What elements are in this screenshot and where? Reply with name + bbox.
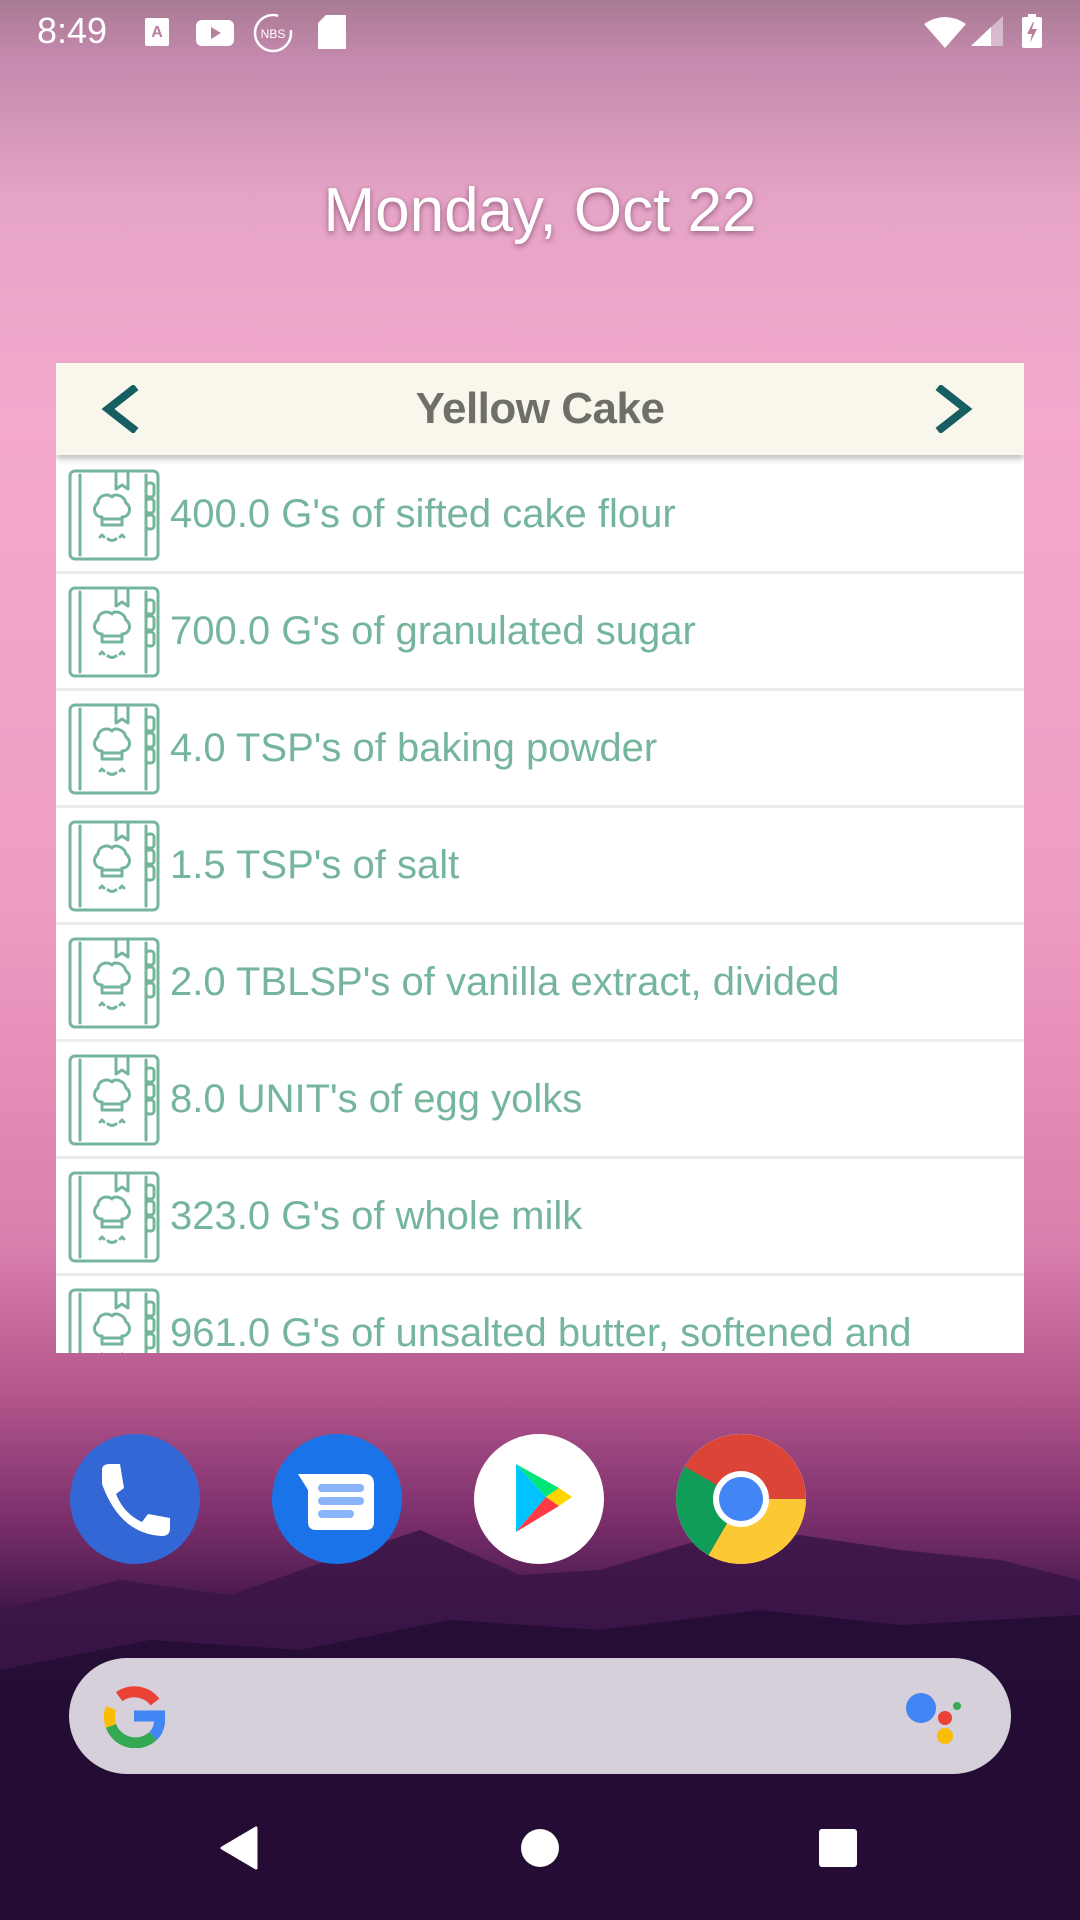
- play-store-icon: [516, 1464, 572, 1532]
- phone-icon: [102, 1464, 170, 1536]
- status-time: 8:49: [37, 10, 108, 51]
- font-app-icon: A: [145, 18, 169, 46]
- messages-icon: [298, 1474, 374, 1530]
- recipe-book-icon: [68, 1171, 160, 1263]
- ingredient-row[interactable]: 400.0 G's of sifted cake flour: [56, 457, 1024, 574]
- dock-play-store-app[interactable]: [474, 1434, 604, 1564]
- dock-chrome-app[interactable]: [676, 1434, 806, 1564]
- widget-header: Yellow Cake: [56, 363, 1024, 455]
- svg-text:A: A: [151, 24, 163, 41]
- youtube-icon: [196, 20, 234, 46]
- ingredient-row[interactable]: 323.0 G's of whole milk: [56, 1159, 1024, 1276]
- ingredient-row[interactable]: 961.0 G's of unsalted butter, softened a…: [56, 1276, 1024, 1353]
- wifi-icon: [924, 17, 966, 48]
- recipe-book-icon: [68, 1288, 160, 1353]
- ingredient-text: 4.0 TSP's of baking powder: [170, 726, 658, 770]
- ingredient-row[interactable]: 2.0 TBLSP's of vanilla extract, divided: [56, 925, 1024, 1042]
- recipe-book-icon: [68, 703, 160, 795]
- cell-signal-icon: [971, 16, 1003, 46]
- ingredient-row[interactable]: 700.0 G's of granulated sugar: [56, 574, 1024, 691]
- home-date[interactable]: Monday, Oct 22: [0, 175, 1080, 246]
- ingredient-text: 8.0 UNIT's of egg yolks: [170, 1077, 583, 1121]
- dock-messages-app[interactable]: [272, 1434, 402, 1564]
- battery-charging-icon: [1022, 14, 1042, 48]
- svg-text:NBS: NBS: [261, 27, 286, 41]
- prev-recipe-button[interactable]: [98, 385, 146, 433]
- status-bar: 8:49 A NBS: [0, 0, 1080, 64]
- navigation-bar: [0, 1790, 1080, 1920]
- recipe-book-icon: [68, 937, 160, 1029]
- ingredient-row[interactable]: 8.0 UNIT's of egg yolks: [56, 1042, 1024, 1159]
- google-search-bar[interactable]: [69, 1658, 1011, 1774]
- nbs-icon: NBS: [253, 13, 293, 53]
- google-assistant-icon: [906, 1693, 961, 1744]
- chrome-icon: [676, 1434, 806, 1564]
- recipe-title: Yellow Cake: [415, 384, 665, 433]
- recipe-widget: Yellow Cake 400.0 G's of sifted cake flo…: [56, 363, 1024, 1353]
- ingredient-text: 961.0 G's of unsalted butter, softened a…: [170, 1311, 912, 1353]
- ingredient-text: 1.5 TSP's of salt: [170, 843, 460, 887]
- dock-phone-app[interactable]: [70, 1434, 200, 1564]
- ingredient-text: 323.0 G's of whole milk: [170, 1194, 583, 1238]
- ingredient-text: 700.0 G's of granulated sugar: [170, 609, 696, 653]
- ingredient-row[interactable]: 1.5 TSP's of salt: [56, 808, 1024, 925]
- recipe-book-icon: [68, 586, 160, 678]
- ingredient-text: 2.0 TBLSP's of vanilla extract, divided: [170, 960, 840, 1004]
- next-recipe-button[interactable]: [928, 385, 976, 433]
- recipe-book-icon: [68, 1054, 160, 1146]
- back-button[interactable]: [218, 1826, 260, 1870]
- ingredient-text: 400.0 G's of sifted cake flour: [170, 492, 676, 536]
- recipe-book-icon: [68, 469, 160, 561]
- ingredient-list[interactable]: 400.0 G's of sifted cake flour 700.0 G's…: [56, 457, 1024, 1353]
- sd-card-icon: [318, 15, 346, 49]
- google-g-icon: [103, 1686, 165, 1748]
- home-button[interactable]: [520, 1828, 560, 1868]
- recipe-book-icon: [68, 820, 160, 912]
- ingredient-row[interactable]: 4.0 TSP's of baking powder: [56, 691, 1024, 808]
- recents-button[interactable]: [818, 1828, 858, 1868]
